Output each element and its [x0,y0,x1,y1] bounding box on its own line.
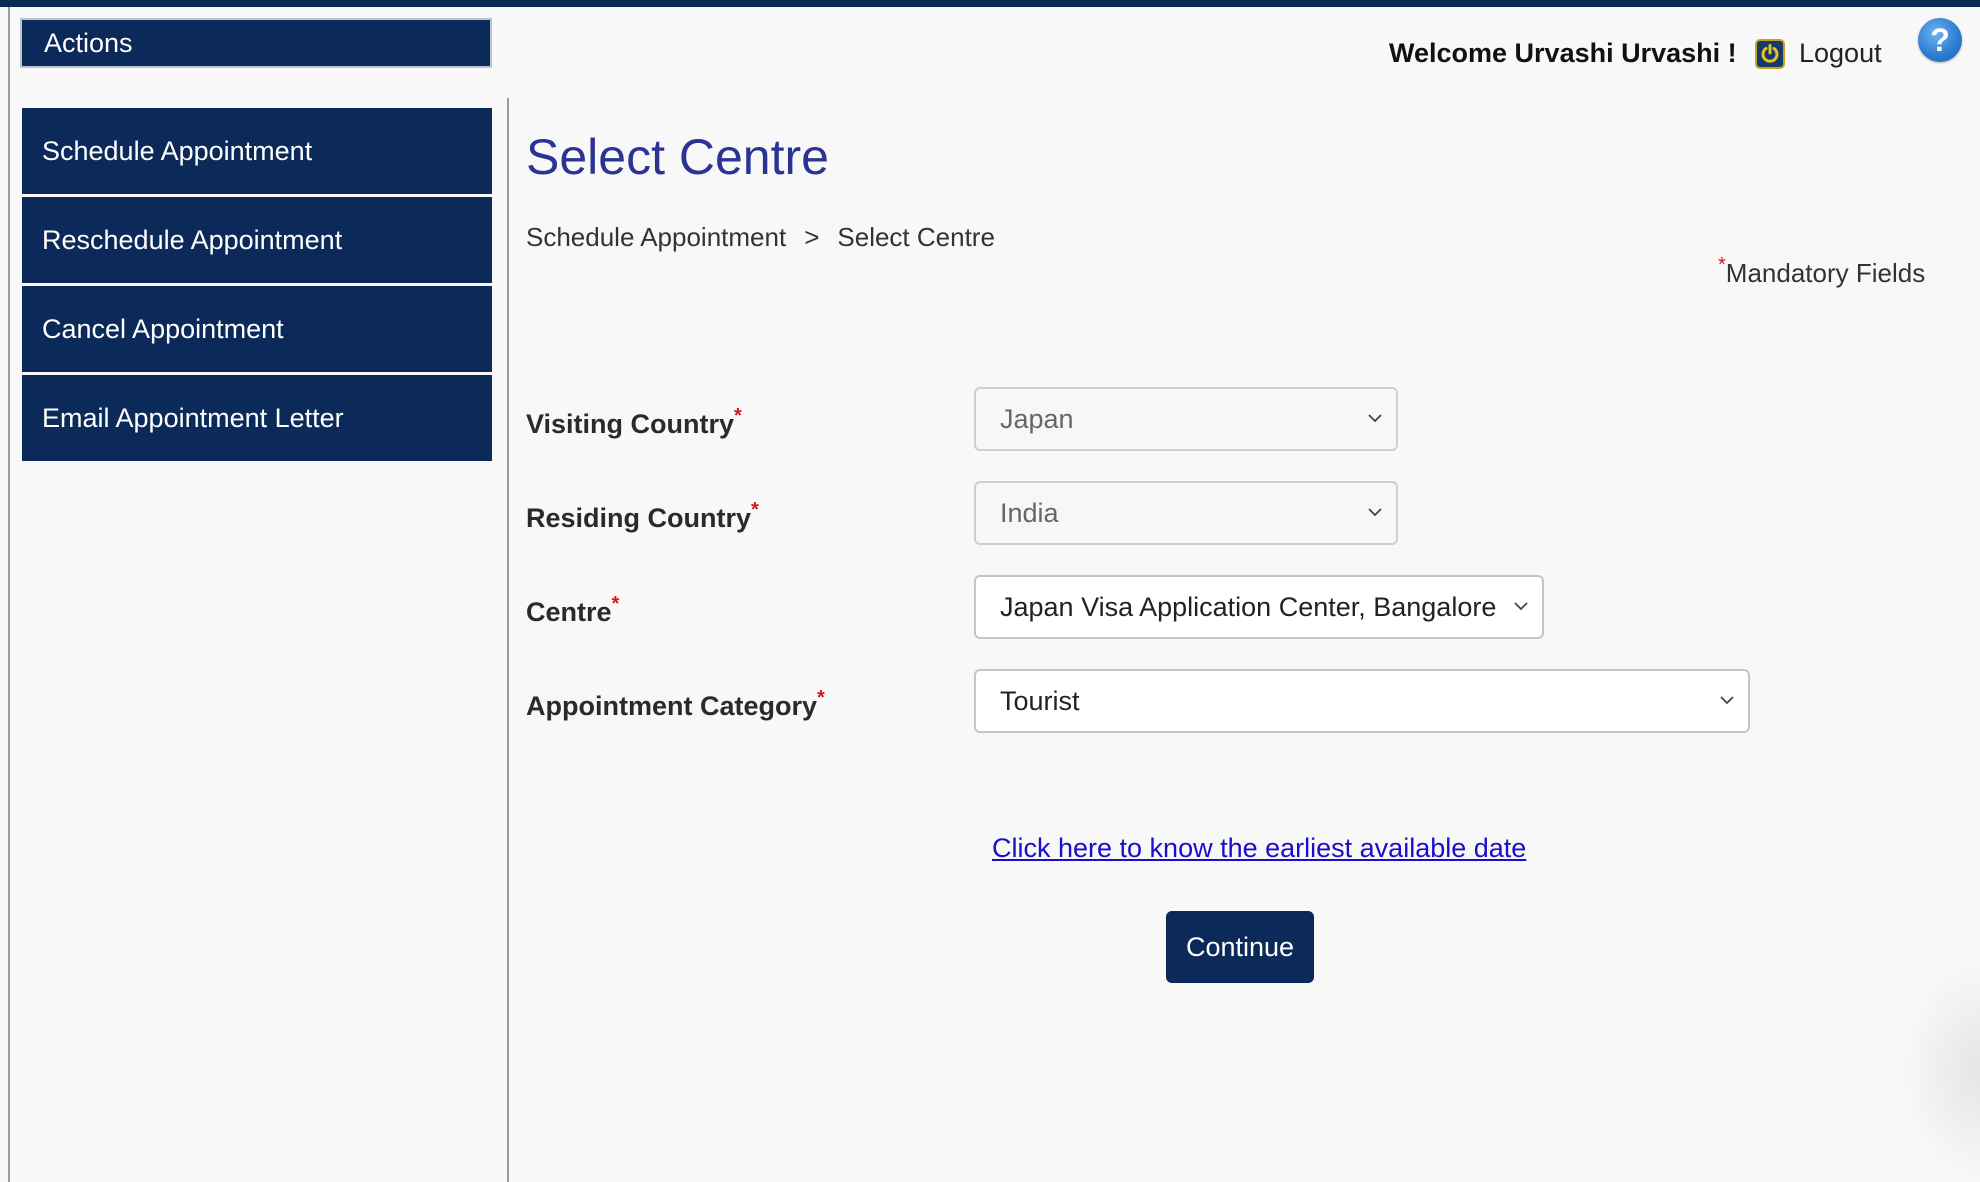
visiting-country-select[interactable]: Japan [974,387,1398,451]
appointment-category-value: Tourist [1000,686,1080,716]
visiting-country-value: Japan [1000,404,1074,434]
required-star: * [611,593,620,615]
breadcrumb: Schedule Appointment > Select Centre [526,222,995,253]
visiting-country-label-text: Visiting Country [526,409,735,439]
logout-button[interactable]: Logout [1755,38,1882,69]
residing-country-label-text: Residing Country [526,503,752,533]
edge-shadow [1900,960,1980,1182]
chevron-down-icon [1368,508,1382,517]
centre-value: Japan Visa Application Center, Bangalore [1000,592,1497,622]
sidebar-item-schedule-appointment[interactable]: Schedule Appointment [22,108,492,194]
sidebar-menu: Schedule Appointment Reschedule Appointm… [22,108,492,464]
chevron-down-icon [1514,602,1528,611]
breadcrumb-item-schedule-appointment: Schedule Appointment [526,222,787,252]
appointment-category-select[interactable]: Tourist [974,669,1750,733]
centre-label: Centre* [526,593,619,628]
sidebar-item-reschedule-appointment[interactable]: Reschedule Appointment [22,197,492,283]
appointment-category-label: Appointment Category* [526,687,825,722]
page-title: Select Centre [526,129,829,185]
required-star: * [734,405,742,427]
breadcrumb-separator: > [804,222,820,252]
sidebar-divider [507,98,509,1182]
centre-label-text: Centre [526,597,612,627]
breadcrumb-item-select-centre: Select Centre [837,222,995,252]
continue-button[interactable]: Continue [1166,911,1314,983]
logout-label: Logout [1799,38,1882,68]
residing-country-label: Residing Country* [526,499,759,534]
mandatory-fields-note: *Mandatory Fields [1718,254,1926,289]
required-star: * [1718,254,1726,276]
required-star: * [817,687,825,709]
visiting-country-label: Visiting Country* [526,405,742,440]
earliest-date-link[interactable]: Click here to know the earliest availabl… [992,833,1526,864]
welcome-message: Welcome Urvashi Urvashi ! [1389,38,1737,68]
centre-select[interactable]: Japan Visa Application Center, Bangalore [974,575,1544,639]
required-star: * [751,499,759,521]
power-icon [1755,38,1785,69]
residing-country-select[interactable]: India [974,481,1398,545]
top-border [0,0,1980,7]
appointment-category-label-text: Appointment Category [526,691,818,721]
sidebar-item-email-appointment-letter[interactable]: Email Appointment Letter [22,375,492,461]
chevron-down-icon [1368,414,1382,423]
sidebar-item-cancel-appointment[interactable]: Cancel Appointment [22,286,492,372]
mandatory-fields-text: Mandatory Fields [1725,258,1926,288]
actions-header: Actions [20,18,492,68]
chevron-down-icon [1720,696,1734,705]
left-border [8,7,10,1182]
residing-country-value: India [1000,498,1059,528]
help-icon[interactable]: ? [1918,18,1962,62]
